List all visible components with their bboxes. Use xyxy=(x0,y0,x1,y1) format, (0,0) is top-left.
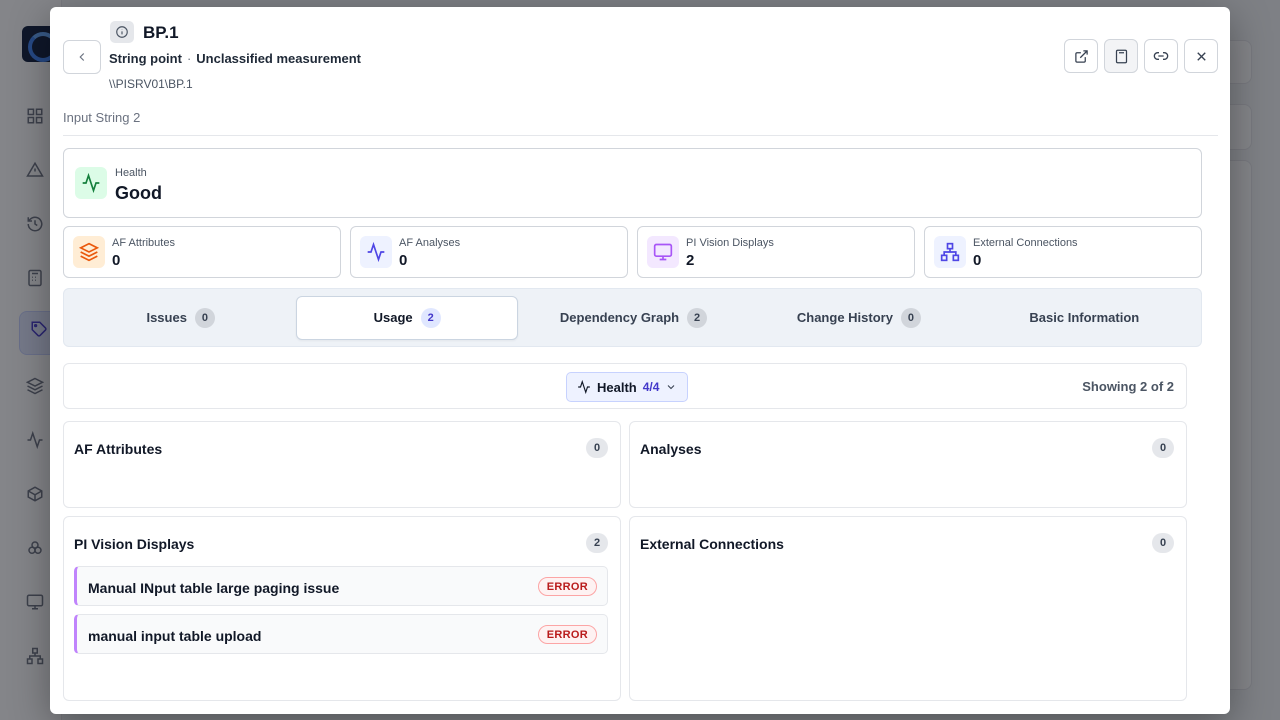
filter-count: 4/4 xyxy=(642,380,660,394)
tab-label: Usage xyxy=(373,310,413,325)
tab-bar: Issues 0 Usage 2 Dependency Graph 2 Chan… xyxy=(63,288,1202,347)
af-attributes-section: AF Attributes 0 xyxy=(63,421,621,508)
stat-label: PI Vision Displays xyxy=(686,237,774,249)
tab-label: Basic Information xyxy=(1029,310,1140,325)
chevron-down-icon xyxy=(668,385,675,390)
tab-basic-information[interactable]: Basic Information xyxy=(975,296,1194,340)
page-title: BP.1 xyxy=(143,23,179,42)
close-icon xyxy=(1196,51,1206,61)
display-name: manual input table upload xyxy=(88,628,262,644)
stat-label: External Connections xyxy=(973,237,1078,249)
health-card: Health Good xyxy=(63,148,1202,218)
point-details-modal: BP.1 String point · Unclassified measureme… xyxy=(50,7,1230,714)
status-badge: ERROR xyxy=(537,625,597,644)
stat-card-external-connections[interactable]: External Connections 0 xyxy=(924,226,1202,278)
section-count-badge: 2 xyxy=(586,533,608,553)
info-icon xyxy=(110,21,134,43)
health-filter-dropdown[interactable]: Health 4/4 xyxy=(566,372,689,402)
calculator-button[interactable] xyxy=(1104,39,1138,73)
chevron-left-icon xyxy=(79,53,85,61)
display-list-item[interactable]: manual input table upload ERROR xyxy=(74,614,608,654)
separator: · xyxy=(186,51,192,66)
tab-count-badge: 2 xyxy=(687,307,708,328)
external-link-icon xyxy=(1074,49,1088,63)
point-subtitle: String point · Unclassified measurement xyxy=(109,51,361,66)
filter-bar: Health 4/4 Showing 2 of 2 xyxy=(63,363,1187,409)
tab-label: Issues xyxy=(146,310,187,325)
back-button[interactable] xyxy=(63,40,101,74)
display-list-item[interactable]: Manual INput table large paging issue ER… xyxy=(74,566,608,606)
section-count-badge: 0 xyxy=(1152,533,1174,553)
display-name: Manual INput table large paging issue xyxy=(88,580,340,596)
section-count-badge: 0 xyxy=(586,438,608,458)
tab-label: Change History xyxy=(796,310,893,325)
pi-vision-displays-section: PI Vision Displays 2 Manual INput table … xyxy=(63,516,621,701)
tab-dependency-graph[interactable]: Dependency Graph 2 xyxy=(524,296,743,340)
tab-change-history[interactable]: Change History 0 xyxy=(749,296,968,340)
link-icon xyxy=(1153,52,1169,60)
copy-link-button[interactable] xyxy=(1144,39,1178,73)
tab-count-badge: 0 xyxy=(900,307,921,328)
point-descriptor: Input String 2 xyxy=(63,110,141,125)
header-divider xyxy=(63,135,1218,136)
filter-label: Health xyxy=(597,379,637,395)
tab-count-badge: 2 xyxy=(420,307,441,328)
activity-icon xyxy=(75,167,107,199)
close-button[interactable] xyxy=(1184,39,1218,73)
section-title: PI Vision Displays xyxy=(74,536,195,552)
tab-issues[interactable]: Issues 0 xyxy=(71,296,290,340)
stat-value: 0 xyxy=(399,252,408,269)
health-label: Health xyxy=(115,167,147,179)
status-badge: ERROR xyxy=(537,577,597,596)
health-value: Good xyxy=(115,183,162,203)
point-type: String point xyxy=(109,51,182,66)
layers-icon xyxy=(73,236,105,268)
section-title: External Connections xyxy=(640,536,784,552)
point-path: \\PISRV01\BP.1 xyxy=(109,77,193,91)
stat-value: 0 xyxy=(973,252,982,269)
section-title: Analyses xyxy=(640,441,702,457)
network-icon xyxy=(934,236,966,268)
stat-label: AF Attributes xyxy=(112,237,175,249)
monitor-icon xyxy=(647,236,679,268)
tab-label: Dependency Graph xyxy=(559,310,680,325)
activity-icon xyxy=(360,236,392,268)
tab-usage[interactable]: Usage 2 xyxy=(296,295,518,340)
tab-count-badge: 0 xyxy=(194,307,215,328)
external-connections-section: External Connections 0 xyxy=(629,516,1187,701)
analyses-section: Analyses 0 xyxy=(629,421,1187,508)
calculator-icon xyxy=(1115,49,1127,63)
stat-card-af-analyses[interactable]: AF Analyses 0 xyxy=(350,226,628,278)
header-actions xyxy=(1064,39,1218,73)
measurement-type: Unclassified measurement xyxy=(196,51,362,66)
stat-value: 2 xyxy=(686,252,695,269)
stat-label: AF Analyses xyxy=(399,237,461,249)
results-count: Showing 2 of 2 xyxy=(1082,379,1174,394)
stat-card-pi-vision[interactable]: PI Vision Displays 2 xyxy=(637,226,915,278)
stat-card-af-attributes[interactable]: AF Attributes 0 xyxy=(63,226,341,278)
activity-icon xyxy=(578,380,590,394)
section-count-badge: 0 xyxy=(1152,438,1174,458)
open-external-button[interactable] xyxy=(1064,39,1098,73)
section-title: AF Attributes xyxy=(74,441,163,457)
stat-value: 0 xyxy=(112,252,121,269)
stat-cards: AF Attributes 0 AF Analyses 0 PI Vision … xyxy=(63,226,1202,278)
